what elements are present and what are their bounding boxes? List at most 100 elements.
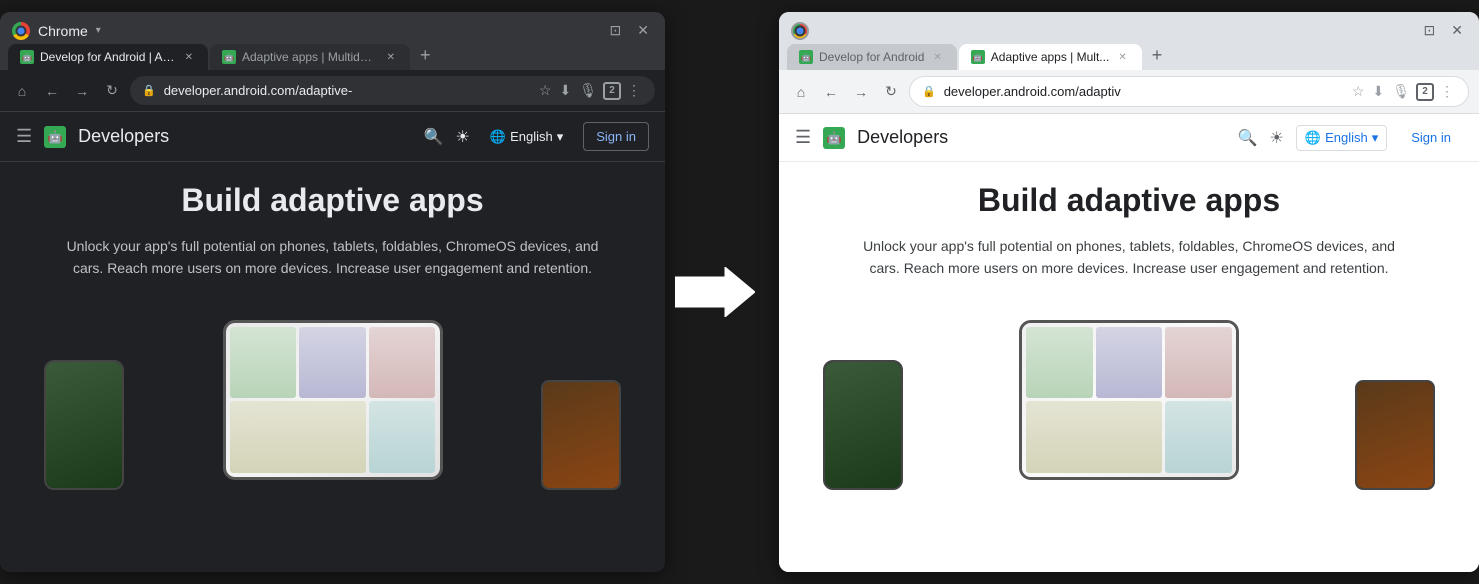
home-button[interactable]: ⌂ — [10, 79, 34, 103]
right-back-button[interactable]: ← — [819, 80, 843, 104]
tab-title-adaptive: Adaptive apps | Multidev... — [242, 50, 378, 64]
reload-button[interactable]: ↻ — [100, 79, 124, 103]
right-tab-title-develop: Develop for Android — [819, 50, 924, 64]
forward-button[interactable]: → — [70, 79, 94, 103]
transition-arrow — [675, 267, 755, 317]
right-home-button[interactable]: ⌂ — [789, 80, 813, 104]
close-icon[interactable]: ✕ — [633, 20, 653, 41]
right-phone-screen-right — [1357, 382, 1433, 488]
left-site-header: ☰ 🤖 Developers 🔍 ☀ 🌐 English ▾ Sign in — [0, 112, 665, 162]
right-title-bar: ⊡ ✕ — [779, 12, 1479, 41]
right-site-header: ☰ 🤖 Developers 🔍 ☀ 🌐 English ▾ Sign in — [779, 114, 1479, 162]
tab-close-adaptive[interactable]: ✕ — [384, 51, 398, 64]
right-screen-thumb-1 — [1026, 327, 1093, 399]
right-language-selector[interactable]: 🌐 English ▾ — [1296, 125, 1387, 151]
right-reload-button[interactable]: ↻ — [879, 80, 903, 104]
right-phone-screen-left — [825, 362, 901, 488]
phone-device-right — [541, 380, 621, 490]
right-lang-chevron-icon: ▾ — [1372, 130, 1379, 146]
screen-thumb-3 — [369, 327, 436, 399]
right-globe-icon: 🌐 — [1305, 130, 1321, 146]
lang-chevron-icon: ▾ — [557, 129, 564, 145]
left-browser: Chrome ▾ ⊡ ✕ 🤖 Develop for Android | And… — [0, 12, 665, 572]
right-tablet-device — [1019, 320, 1239, 480]
right-menu-icon[interactable]: ☰ — [795, 127, 811, 148]
right-tab-close-develop[interactable]: ✕ — [930, 51, 944, 64]
devices-illustration — [24, 300, 641, 500]
right-screen-thumb-4 — [1026, 401, 1162, 473]
left-tab-develop[interactable]: 🤖 Develop for Android | And... ✕ — [8, 44, 208, 70]
more-icon[interactable]: ⋮ — [625, 80, 643, 101]
left-tabs-row: 🤖 Develop for Android | And... ✕ 🤖 Adapt… — [0, 41, 665, 70]
right-devices-illustration — [803, 300, 1455, 500]
site-name-label: Developers — [78, 126, 169, 147]
left-page-content: ☰ 🤖 Developers 🔍 ☀ 🌐 English ▾ Sign in B… — [0, 112, 665, 572]
right-new-tab-button[interactable]: + — [1144, 41, 1171, 70]
tab-favicon-adaptive: 🤖 — [222, 50, 236, 64]
right-forward-button[interactable]: → — [849, 80, 873, 104]
right-screen-thumb-2 — [1096, 327, 1163, 399]
screen-thumb-4 — [230, 401, 366, 473]
arrow-container — [660, 267, 770, 317]
right-address-bar[interactable]: 🔒 developer.android.com/adaptiv ☆ ⬇ 🎙 2 … — [909, 76, 1469, 107]
back-button[interactable]: ← — [40, 79, 64, 103]
main-container: Chrome ▾ ⊡ ✕ 🤖 Develop for Android | And… — [0, 0, 1479, 584]
tab-favicon-develop: 🤖 — [20, 50, 34, 64]
right-page-content: ☰ 🤖 Developers 🔍 ☀ 🌐 English ▾ Sign in B… — [779, 114, 1479, 572]
right-more-icon[interactable]: ⋮ — [1438, 81, 1456, 102]
right-sign-in-button[interactable]: Sign in — [1399, 124, 1463, 151]
right-download-icon[interactable]: ⬇ — [1370, 81, 1386, 102]
minimize-icon[interactable]: ⊡ — [606, 20, 626, 41]
right-page-heading: Build adaptive apps — [803, 182, 1455, 219]
right-lock-icon: 🔒 — [922, 85, 936, 98]
screen-thumb-2 — [299, 327, 366, 399]
right-search-icon[interactable]: 🔍 — [1238, 128, 1258, 148]
tab-title-develop: Develop for Android | And... — [40, 50, 176, 64]
right-tab-favicon-develop: 🤖 — [799, 50, 813, 64]
sign-in-button[interactable]: Sign in — [583, 122, 649, 151]
theme-toggle-icon[interactable]: ☀ — [456, 127, 470, 147]
right-tab-adaptive[interactable]: 🤖 Adaptive apps | Mult... ✕ — [959, 44, 1142, 70]
download-icon[interactable]: ⬇ — [557, 80, 573, 101]
search-icon[interactable]: 🔍 — [424, 127, 444, 147]
screen-thumb-5 — [369, 401, 436, 473]
right-minimize-icon[interactable]: ⊡ — [1420, 20, 1440, 41]
right-browser-wrapper: ⊡ ✕ 🤖 Develop for Android ✕ 🤖 Adaptive a… — [774, 12, 1479, 572]
right-page-description: Unlock your app's full potential on phon… — [849, 235, 1409, 280]
right-bookmark-icon[interactable]: ☆ — [1350, 81, 1367, 102]
left-main-page: Build adaptive apps Unlock your app's fu… — [0, 162, 665, 572]
mic-icon[interactable]: 🎙 — [577, 80, 599, 101]
right-site-name-label: Developers — [857, 127, 948, 148]
phone-screen-right — [543, 382, 619, 488]
globe-icon: 🌐 — [490, 129, 506, 145]
right-browser: ⊡ ✕ 🤖 Develop for Android ✕ 🤖 Adaptive a… — [779, 12, 1479, 572]
page-heading: Build adaptive apps — [24, 182, 641, 219]
language-label: English — [510, 129, 553, 144]
phone-screen-left — [46, 362, 122, 488]
tablet-screen — [226, 323, 440, 477]
new-tab-button[interactable]: + — [412, 41, 439, 70]
right-mic-icon[interactable]: 🎙 — [1390, 81, 1412, 102]
left-address-bar[interactable]: 🔒 developer.android.com/adaptive- ☆ ⬇ 🎙 … — [130, 76, 655, 105]
right-screen-thumb-3 — [1165, 327, 1232, 399]
page-description: Unlock your app's full potential on phon… — [53, 235, 613, 280]
left-tab-adaptive[interactable]: 🤖 Adaptive apps | Multidev... ✕ — [210, 44, 410, 70]
tab-count-badge[interactable]: 2 — [603, 82, 621, 100]
right-close-icon[interactable]: ✕ — [1447, 20, 1467, 41]
app-name-label: Chrome — [38, 23, 88, 39]
menu-icon[interactable]: ☰ — [16, 126, 32, 147]
tab-close-develop[interactable]: ✕ — [182, 51, 196, 64]
right-main-page: Build adaptive apps Unlock your app's fu… — [779, 162, 1479, 572]
right-android-logo-icon: 🤖 — [823, 127, 845, 149]
right-tab-title-adaptive: Adaptive apps | Mult... — [991, 50, 1110, 64]
bookmark-icon[interactable]: ☆ — [537, 80, 554, 101]
right-chrome-logo-icon — [791, 22, 809, 40]
language-selector[interactable]: 🌐 English ▾ — [482, 125, 571, 149]
left-browser-wrapper: Chrome ▾ ⊡ ✕ 🤖 Develop for Android | And… — [0, 12, 660, 572]
right-tab-close-adaptive[interactable]: ✕ — [1115, 51, 1129, 64]
right-theme-toggle-icon[interactable]: ☀ — [1270, 128, 1284, 148]
right-phone-device-right — [1355, 380, 1435, 490]
right-tab-develop[interactable]: 🤖 Develop for Android ✕ — [787, 44, 957, 70]
address-bar-icons: ☆ ⬇ 🎙 2 ⋮ — [537, 80, 643, 101]
right-tab-count-badge[interactable]: 2 — [1416, 83, 1434, 101]
